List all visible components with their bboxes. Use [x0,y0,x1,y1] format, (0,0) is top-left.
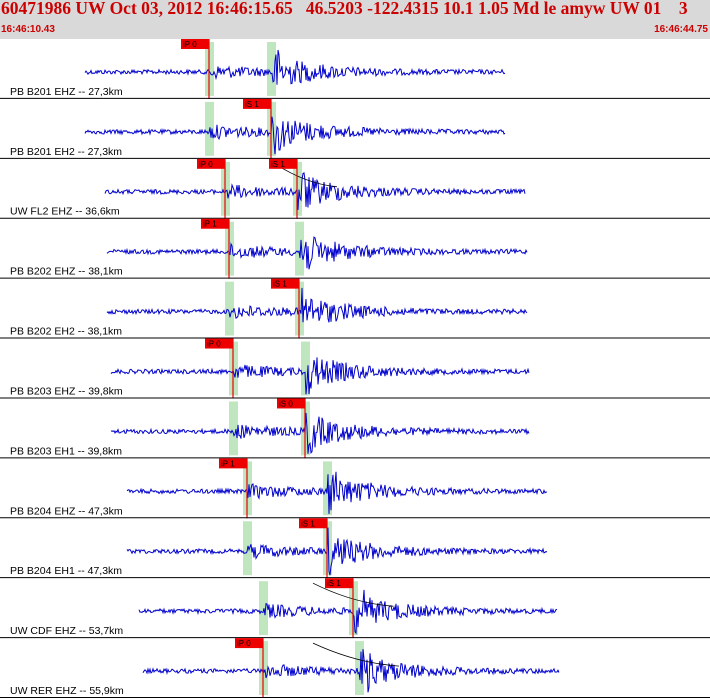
pick-marker[interactable]: iS 1 [269,158,298,219]
waveform [84,49,506,85]
waveform [126,471,548,514]
trace-row[interactable]: iS 1 PB B202 EH2 -- 38,1km [0,278,710,339]
trace-row[interactable]: iP 0 PB B203 EHZ -- 39,8km [0,338,710,399]
trace-row[interactable]: iS 1 PB B204 EH1 -- 47,3km [0,518,710,579]
trace-row[interactable]: iP 1 PB B202 EHZ -- 38,1km [0,218,710,279]
waveform [106,236,528,270]
p-window [225,281,234,336]
p-window [229,401,238,456]
waveform [104,172,526,210]
station-label: UW FL2 EHZ -- 36,6km [10,206,120,218]
pick-marker[interactable]: iP 0 [181,39,210,99]
trace-row[interactable]: iS 1 UW CDF EHZ -- 53,7km [0,578,710,639]
station-label: UW CDF EHZ -- 53,7km [10,625,123,637]
pick-label: iS 1 [301,519,315,528]
pick-label: iP 0 [237,639,251,648]
p-window [259,581,268,636]
pick-label: iP 1 [203,220,217,229]
start-time-label: 16:46:10.43 [1,24,55,35]
seismogram-panel: iP 0 PB B201 EHZ -- 27,3km iS 1 PB B201 EH2… [0,39,710,698]
pick-marker[interactable]: iP 1 [219,458,248,519]
end-time-label: 16:46:44.75 [654,24,708,35]
waveform [142,649,560,693]
station-label: PB B203 EHZ -- 39,8km [10,385,123,397]
trace-row[interactable]: iP 0 UW RER EHZ -- 55,9km [0,638,710,698]
pick-label: iS 1 [271,160,285,169]
pick-marker[interactable]: iP 0 [235,638,264,698]
station-label: PB B202 EH2 -- 38,1km [10,326,122,338]
pick-marker[interactable]: iP 0 [197,158,226,219]
pick-label: iP 0 [183,40,197,49]
waveform [110,357,530,395]
event-header: 60471986 UW Oct 03, 2012 16:46:15.65 46.… [0,0,710,39]
s-window [295,221,304,276]
trace-row[interactable]: iP 1 PB B204 EHZ -- 47,3km [0,458,710,519]
station-label: PB B204 EH1 -- 47,3km [10,565,122,577]
pick-marker[interactable]: iS 1 [325,578,354,639]
pick-label: iS 0 [279,399,293,408]
trace-row[interactable]: iP 0 iS 1 UW FL2 EHZ -- 36,6km [0,158,710,219]
waveform [84,116,506,155]
station-label: UW RER EHZ -- 55,9km [10,685,124,697]
station-label: PB B202 EHZ -- 38,1km [10,266,123,278]
trace-row[interactable]: iS 1 PB B201 EH2 -- 27,3km [0,98,710,159]
station-label: PB B201 EH2 -- 27,3km [10,146,122,158]
station-label: PB B203 EH1 -- 39,8km [10,445,122,457]
trace-row[interactable]: iS 0 PB B203 EH1 -- 39,8km [0,398,710,459]
trace-row[interactable]: iP 0 PB B201 EHZ -- 27,3km [0,39,710,99]
pick-marker[interactable]: iP 0 [205,338,234,399]
pick-label: iS 1 [273,280,287,289]
waveform [138,589,558,635]
station-label: PB B204 EHZ -- 47,3km [10,505,123,517]
pick-label: iP 0 [199,160,213,169]
waveform [110,412,530,454]
pick-label: iP 0 [207,340,221,349]
pick-label: iS 1 [245,100,259,109]
pick-label: iP 1 [221,459,235,468]
event-title: 60471986 UW Oct 03, 2012 16:46:15.65 46.… [1,0,688,18]
pick-marker[interactable]: iS 1 [243,98,272,159]
waveform [126,527,548,576]
waveform [106,287,528,323]
pick-label: iS 1 [327,579,341,588]
pick-marker[interactable]: iP 1 [201,218,230,279]
station-label: PB B201 EHZ -- 27,3km [10,86,123,98]
pick-marker[interactable]: iS 1 [271,278,300,339]
pick-marker[interactable]: iS 1 [299,518,328,579]
